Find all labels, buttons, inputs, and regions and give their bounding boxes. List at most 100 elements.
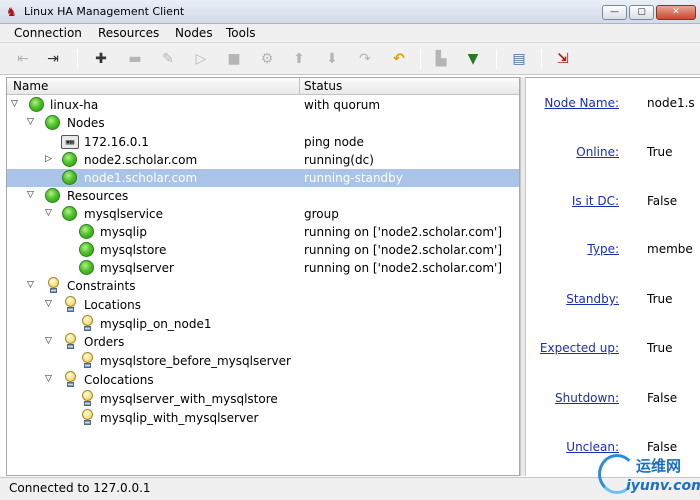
stop-icon[interactable]: ■: [223, 49, 245, 69]
tree-row-label: Nodes: [67, 116, 105, 130]
expanded-arrow-icon[interactable]: ▽: [45, 207, 55, 219]
tree-row-label: node2.scholar.com: [84, 153, 198, 167]
running-status-icon: [62, 170, 77, 185]
title-bar: ♞ Linux HA Management Client — ▢ ✕: [0, 0, 700, 24]
tree-row-cluster[interactable]: ▽ linux-ha with quorum: [7, 96, 519, 114]
expanded-arrow-icon[interactable]: ▽: [45, 298, 55, 310]
expanded-arrow-icon[interactable]: ▽: [27, 279, 37, 291]
tree-row-mysqlserver[interactable]: mysqlserver running on ['node2.scholar.c…: [7, 259, 519, 277]
tree-row-label: mysqlstore: [100, 243, 167, 257]
expanded-arrow-icon[interactable]: ▽: [11, 98, 21, 110]
watermark-brand: 运维网: [636, 457, 682, 475]
tree-row-status: running on ['node2.scholar.com']: [304, 243, 502, 257]
collapsed-arrow-icon[interactable]: ▷: [45, 153, 55, 165]
add-icon[interactable]: ✚: [90, 49, 112, 69]
column-divider[interactable]: [299, 78, 300, 95]
tree-row-status: running-standby: [304, 171, 403, 185]
tree-row-orders[interactable]: ▽ Orders: [7, 333, 519, 351]
expanded-arrow-icon[interactable]: ▽: [45, 373, 55, 385]
tree-row-mysqlip[interactable]: mysqlip running on ['node2.scholar.com']: [7, 223, 519, 241]
menu-bar: Connection Resources Nodes Tools: [0, 24, 700, 43]
property-label-shutdown[interactable]: Shutdown:: [555, 391, 619, 405]
connect-icon[interactable]: ⇥: [42, 49, 64, 69]
start-icon[interactable]: ▷: [190, 49, 212, 69]
tree-row-label: 172.16.0.1: [84, 135, 149, 149]
column-header-name[interactable]: Name: [13, 79, 48, 93]
view-xml-icon[interactable]: ▤: [508, 49, 530, 69]
menu-nodes[interactable]: Nodes: [175, 26, 213, 40]
constraint-bulb-icon: [64, 296, 77, 313]
tree-row-nodes[interactable]: ▽ Nodes: [7, 114, 519, 132]
tree-row-constraints[interactable]: ▽ Constraints: [7, 277, 519, 295]
tree-row-mysqlservice[interactable]: ▽ mysqlservice group: [7, 205, 519, 223]
tree-row-status: ping node: [304, 135, 364, 149]
menu-resources[interactable]: Resources: [98, 26, 159, 40]
tree-row-label: Locations: [84, 298, 142, 312]
minimize-button[interactable]: —: [602, 5, 627, 20]
redo-icon[interactable]: ↷: [354, 49, 376, 69]
tree-row-status: running(dc): [304, 153, 374, 167]
tree-header: Name Status: [7, 78, 519, 95]
running-status-icon: [79, 260, 94, 275]
tree-row-label: mysqlip_with_mysqlserver: [100, 411, 259, 425]
tree-row-locations[interactable]: ▽ Locations: [7, 296, 519, 314]
remove-icon[interactable]: ▬: [124, 49, 146, 69]
toolbar: ⇤ ⇥ ✚ ▬ ✎ ▷ ■ ⚙ ⬆ ⬇ ↷ ↶ ▙ ▼ ▤ ⇲: [0, 43, 700, 75]
app-icon: ♞: [6, 5, 17, 19]
disconnect-icon[interactable]: ⇤: [12, 49, 34, 69]
move-up-icon[interactable]: ⬆: [288, 49, 310, 69]
menu-tools[interactable]: Tools: [226, 26, 256, 40]
toolbar-separator: [541, 49, 542, 69]
tree-row-colocations[interactable]: ▽ Colocations: [7, 371, 519, 389]
maximize-button[interactable]: ▢: [629, 5, 654, 20]
toolbar-separator: [496, 49, 497, 69]
property-label-node-name[interactable]: Node Name:: [544, 96, 619, 110]
exit-icon[interactable]: ⇲: [552, 49, 574, 69]
status-bar: Connected to 127.0.0.1: [0, 477, 700, 500]
tree-row-status: running on ['node2.scholar.com']: [304, 261, 502, 275]
property-value-shutdown: False: [647, 391, 678, 405]
property-label-type[interactable]: Type:: [587, 242, 619, 256]
tree-row-label: node1.scholar.com: [84, 171, 198, 185]
expanded-arrow-icon[interactable]: ▽: [27, 116, 37, 128]
tree-row-mysqlstore-before-mysqlserver[interactable]: mysqlstore_before_mysqlserver: [7, 352, 519, 370]
running-status-icon: [45, 115, 60, 130]
move-down-icon[interactable]: ⬇: [321, 49, 343, 69]
cleanup-icon[interactable]: ✎: [157, 49, 179, 69]
tree-row-node2[interactable]: ▷ node2.scholar.com running(dc): [7, 151, 519, 169]
toolbar-separator: [77, 49, 78, 69]
tree-row-status: group: [304, 207, 339, 221]
property-label-is-dc[interactable]: Is it DC:: [572, 194, 619, 208]
expanded-arrow-icon[interactable]: ▽: [27, 189, 37, 201]
tree-row-mysqlstore[interactable]: mysqlstore running on ['node2.scholar.co…: [7, 241, 519, 259]
property-label-expected-up[interactable]: Expected up:: [540, 341, 619, 355]
close-button[interactable]: ✕: [656, 5, 696, 20]
tree-row-mysqlserver-with-mysqlstore[interactable]: mysqlserver_with_mysqlstore: [7, 390, 519, 408]
tree-row-label: mysqlservice: [84, 207, 163, 221]
property-label-online[interactable]: Online:: [576, 145, 619, 159]
tree-row-mysqlip-with-mysqlserver[interactable]: mysqlip_with_mysqlserver: [7, 409, 519, 427]
settings-icon[interactable]: ⚙: [256, 49, 278, 69]
active-icon[interactable]: ▼: [462, 49, 484, 69]
running-status-icon: [79, 242, 94, 257]
constraint-bulb-icon: [81, 409, 94, 426]
property-value-type: membe: [647, 242, 693, 256]
tree-row-mysqlip-on-node1[interactable]: mysqlip_on_node1: [7, 315, 519, 333]
menu-connection[interactable]: Connection: [14, 26, 82, 40]
running-status-icon: [79, 224, 94, 239]
tree-row-label: Resources: [67, 189, 129, 203]
tree-row-status: running on ['node2.scholar.com']: [304, 225, 502, 239]
undo-icon[interactable]: ↶: [388, 49, 410, 69]
expanded-arrow-icon[interactable]: ▽: [45, 335, 55, 347]
tree-row-resources[interactable]: ▽ Resources: [7, 187, 519, 205]
window-title: Linux HA Management Client: [24, 5, 185, 18]
column-header-status[interactable]: Status: [304, 79, 342, 93]
tree-row-label: linux-ha: [50, 98, 99, 112]
tree-row-node1[interactable]: node1.scholar.com running-standby: [7, 169, 519, 187]
standby-icon[interactable]: ▙: [430, 49, 452, 69]
property-value-expected-up: True: [647, 341, 673, 355]
property-label-standby[interactable]: Standby:: [566, 292, 619, 306]
resource-tree[interactable]: Name Status ▽ linux-ha with quorum ▽ Nod…: [6, 77, 520, 476]
tree-row-ping-node[interactable]: ▣▦ 172.16.0.1 ping node: [7, 133, 519, 151]
property-value-is-dc: False: [647, 194, 678, 208]
